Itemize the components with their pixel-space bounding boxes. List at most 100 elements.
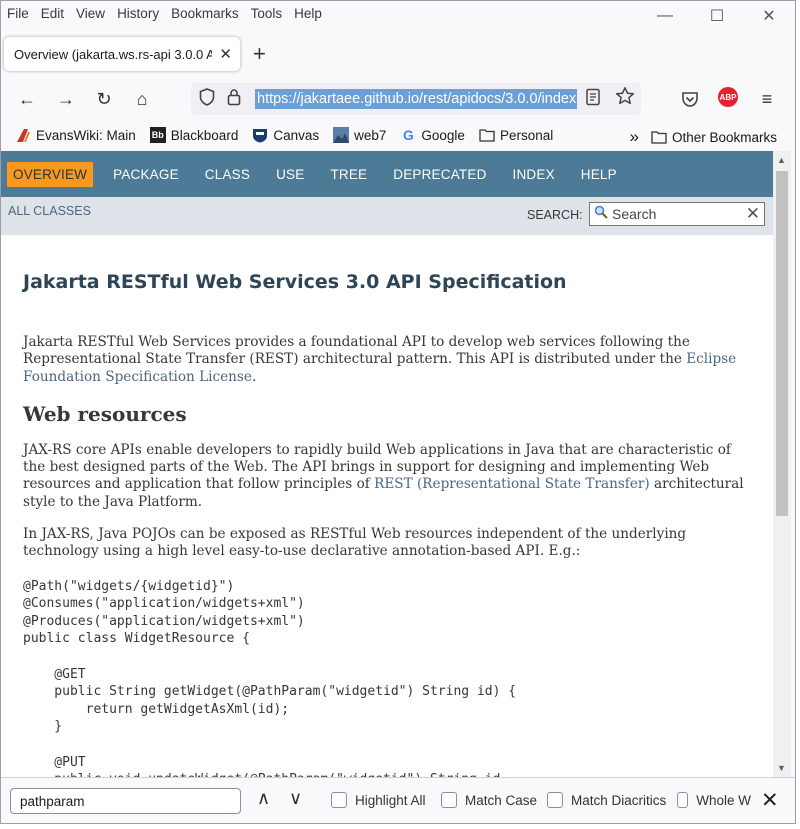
close-window-button[interactable]: ✕ — [743, 1, 795, 31]
new-tab-button[interactable]: + — [253, 41, 266, 67]
page-content: OVERVIEW PACKAGE CLASS USE TREE DEPRECAT… — [1, 151, 773, 777]
search-box[interactable]: ✕ — [589, 202, 765, 226]
whole-words-checkbox[interactable] — [677, 792, 689, 808]
bookmark-evanswiki[interactable]: EvansWiki: Main — [15, 127, 136, 143]
bookmark-label: web7 — [354, 127, 387, 143]
url-text[interactable]: https://jakartaee.github.io/rest/apidocs… — [255, 89, 577, 109]
menu-help[interactable]: Help — [294, 6, 322, 21]
pocket-icon[interactable] — [678, 87, 702, 111]
bookmark-google[interactable]: G Google — [400, 127, 465, 143]
bookmark-blackboard[interactable]: Bb Blackboard — [149, 127, 239, 143]
app-menu-button[interactable]: ≡ — [755, 87, 779, 111]
menu-edit[interactable]: Edit — [41, 6, 64, 21]
home-button[interactable]: ⌂ — [130, 87, 154, 111]
bookmark-label: Blackboard — [170, 127, 239, 143]
menu-bookmarks[interactable]: Bookmarks — [171, 6, 239, 21]
nav-deprecated[interactable]: DEPRECATED — [387, 162, 492, 187]
tab-active[interactable]: Overview (jakarta.ws.rs-api 3.0.0 API ✕ — [4, 37, 240, 71]
tab-strip: Overview (jakarta.ws.rs-api 3.0.0 API ✕ … — [1, 31, 795, 77]
maximize-button[interactable]: ☐ — [691, 1, 743, 31]
menu-file[interactable]: File — [7, 6, 29, 21]
pojo-paragraph: In JAX-RS, Java POJOs can be exposed as … — [23, 526, 687, 560]
scroll-up-arrow-icon[interactable]: ▲ — [777, 155, 786, 165]
highlight-all-option[interactable]: Highlight All — [331, 792, 426, 808]
match-diacritics-option[interactable]: Match Diacritics — [547, 792, 666, 808]
match-case-label: Match Case — [465, 792, 538, 808]
nav-overview[interactable]: OVERVIEW — [7, 161, 94, 187]
other-bookmarks[interactable]: Other Bookmarks — [651, 129, 777, 145]
code-example: @Path("widgets/{widgetid}") @Consumes("a… — [23, 578, 517, 777]
bookmarks-overflow: » Other Bookmarks — [629, 127, 777, 147]
nav-use[interactable]: USE — [270, 162, 310, 187]
search-label: SEARCH: — [527, 208, 583, 222]
all-classes-link[interactable]: ALL CLASSES — [8, 204, 91, 218]
window-controls: — ☐ ✕ — [639, 1, 795, 31]
menu-view[interactable]: View — [76, 6, 105, 21]
reader-view-icon[interactable] — [585, 88, 601, 111]
adblock-plus-icon[interactable]: ABP — [718, 87, 738, 107]
intro-text-end: . — [251, 368, 257, 385]
google-icon: G — [402, 127, 414, 143]
nav-index[interactable]: INDEX — [507, 162, 561, 187]
vertical-scrollbar[interactable]: ▲ ▼ — [773, 151, 791, 777]
folder-icon — [479, 127, 495, 143]
tracking-protection-shield-icon[interactable] — [199, 88, 215, 111]
search-icon — [594, 205, 608, 222]
tab-close-icon[interactable]: ✕ — [219, 45, 232, 63]
nav-package[interactable]: PACKAGE — [107, 162, 185, 187]
search-input[interactable] — [612, 205, 742, 223]
whole-words-option[interactable]: Whole W — [677, 792, 751, 808]
web-resources-paragraph: JAX-RS core APIs enable developers to ra… — [23, 442, 747, 511]
match-case-checkbox[interactable] — [441, 792, 457, 808]
nav-class[interactable]: CLASS — [199, 162, 256, 187]
bookmark-canvas[interactable]: Canvas — [252, 127, 319, 143]
find-input[interactable] — [10, 788, 241, 814]
find-bar: ∧ ∨ Highlight All Match Case Match Diacr… — [1, 777, 795, 823]
clear-search-icon[interactable]: ✕ — [746, 204, 760, 224]
intro-text: Jakarta RESTful Web Services provides a … — [23, 334, 690, 368]
canvas-icon — [252, 127, 268, 143]
nav-help[interactable]: HELP — [575, 162, 623, 187]
match-diacritics-label: Match Diacritics — [571, 792, 667, 808]
rest-link[interactable]: REST (Representational State Transfer) — [374, 476, 650, 492]
browser-window: File Edit View History Bookmarks Tools H… — [0, 0, 796, 824]
web7-icon — [333, 127, 350, 143]
bookmark-personal[interactable]: Personal — [479, 127, 553, 143]
bookmark-label: Canvas — [273, 127, 320, 143]
page-title: Jakarta RESTful Web Services 3.0 API Spe… — [23, 271, 567, 293]
navigation-toolbar: ← → ↻ ⌂ https://jakartaee.github.io/rest… — [1, 79, 795, 119]
bookmark-web7[interactable]: web7 — [333, 127, 386, 143]
back-button[interactable]: ← — [15, 87, 39, 111]
lock-icon[interactable] — [227, 88, 241, 110]
find-previous-button[interactable]: ∧ — [257, 788, 270, 809]
url-bar[interactable]: https://jakartaee.github.io/rest/apidocs… — [191, 83, 641, 115]
bookmark-label: Google — [421, 127, 465, 143]
blackboard-icon: Bb — [149, 127, 166, 143]
wiki-icon — [15, 127, 31, 143]
javadoc-sub-nav: ALL CLASSES SEARCH: ✕ — [1, 197, 773, 235]
overview-body: Jakarta RESTful Web Services 3.0 API Spe… — [1, 271, 773, 777]
nav-tree[interactable]: TREE — [324, 162, 373, 187]
highlight-all-label: Highlight All — [355, 792, 426, 808]
reload-button[interactable]: ↻ — [92, 87, 116, 111]
javadoc-top-nav: OVERVIEW PACKAGE CLASS USE TREE DEPRECAT… — [1, 151, 773, 197]
folder-icon — [651, 129, 667, 145]
bookmark-label: Personal — [499, 127, 554, 143]
scrollbar-thumb[interactable] — [776, 171, 788, 516]
more-bookmarks-chevron-icon[interactable]: » — [629, 127, 638, 147]
tab-title: Overview (jakarta.ws.rs-api 3.0.0 API — [14, 46, 212, 62]
scroll-down-arrow-icon[interactable]: ▼ — [777, 763, 786, 773]
forward-button[interactable]: → — [54, 87, 78, 111]
intro-paragraph: Jakarta RESTful Web Services provides a … — [23, 334, 747, 386]
minimize-button[interactable]: — — [639, 1, 691, 31]
match-case-option[interactable]: Match Case — [441, 792, 537, 808]
bookmarks-toolbar: EvansWiki: Main Bb Blackboard Canvas web… — [1, 121, 795, 149]
match-diacritics-checkbox[interactable] — [547, 792, 563, 808]
bookmark-star-icon[interactable] — [615, 86, 635, 111]
menu-history[interactable]: History — [117, 6, 159, 21]
close-find-bar-icon[interactable]: ✕ — [761, 788, 779, 813]
menu-tools[interactable]: Tools — [251, 6, 283, 21]
find-next-button[interactable]: ∨ — [289, 788, 302, 809]
highlight-all-checkbox[interactable] — [331, 792, 347, 808]
section-heading: Web resources — [23, 401, 187, 426]
